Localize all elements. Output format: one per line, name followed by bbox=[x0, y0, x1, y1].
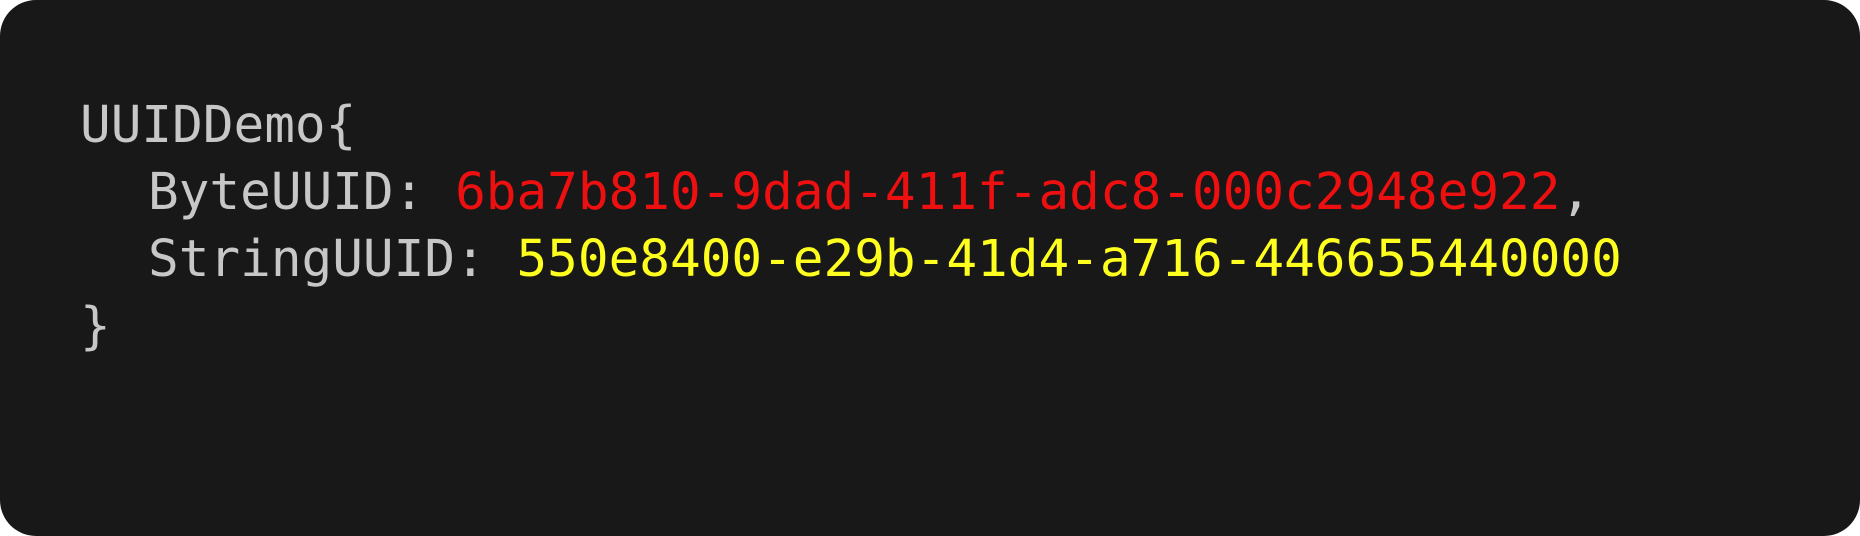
close-brace: } bbox=[80, 297, 111, 356]
field-line-string-uuid: StringUUID: 550e8400-e29b-41d4-a716-4466… bbox=[80, 226, 1622, 293]
field-separator: : bbox=[393, 163, 456, 222]
struct-name: UUIDDemo bbox=[80, 96, 326, 155]
struct-printout: UUIDDemo{ByteUUID: 6ba7b810-9dad-411f-ad… bbox=[80, 92, 1622, 360]
field-trailing-comma: , bbox=[1560, 163, 1592, 222]
code-output-panel: UUIDDemo{ByteUUID: 6ba7b810-9dad-411f-ad… bbox=[0, 0, 1860, 536]
struct-header-line: UUIDDemo{ bbox=[80, 92, 1622, 159]
field-value-byte-uuid: 6ba7b810-9dad-411f-adc8-000c2948e922 bbox=[455, 163, 1561, 222]
field-value-string-uuid: 550e8400-e29b-41d4-a716-446655440000 bbox=[516, 230, 1622, 289]
field-key: StringUUID bbox=[148, 230, 456, 289]
open-brace: { bbox=[325, 96, 357, 155]
struct-footer-line: } bbox=[80, 293, 1622, 360]
field-key: ByteUUID bbox=[148, 163, 394, 222]
field-separator: : bbox=[455, 230, 517, 289]
field-line-byte-uuid: ByteUUID: 6ba7b810-9dad-411f-adc8-000c29… bbox=[80, 159, 1622, 226]
